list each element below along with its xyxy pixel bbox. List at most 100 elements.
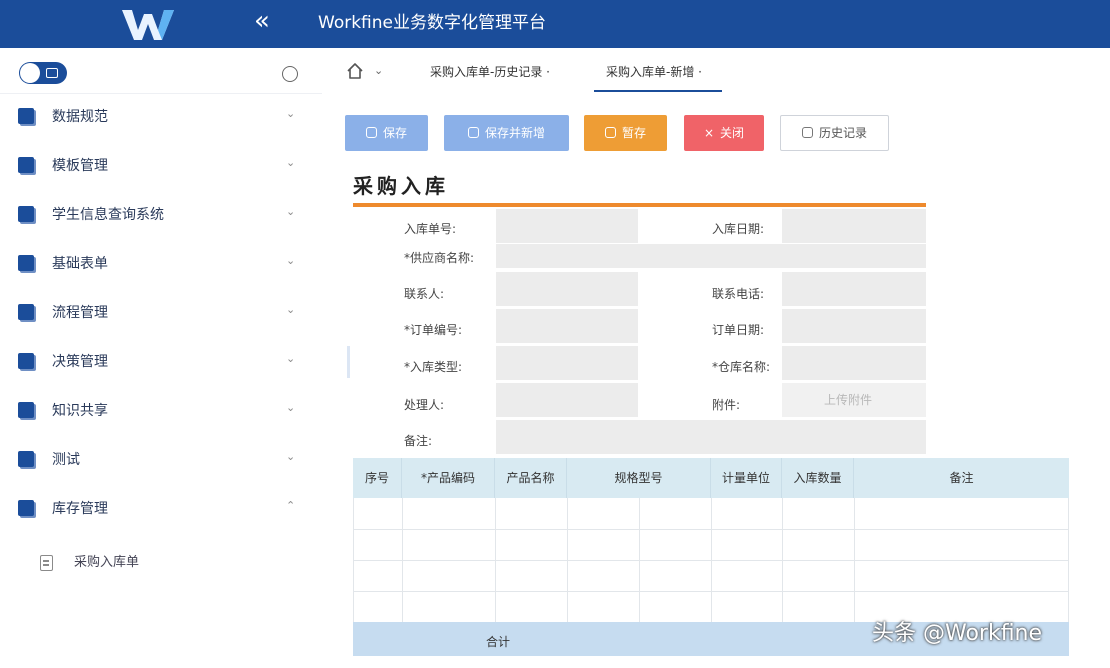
watermark: 头条 @Workfine xyxy=(872,621,1043,646)
inbound-date-field[interactable] xyxy=(782,209,926,243)
sidebar-item-label: 库存管理 xyxy=(52,501,108,517)
sidebar-item-test[interactable]: 测试 ⌄ xyxy=(0,441,322,481)
chevron-down-icon: ⌄ xyxy=(286,156,296,169)
chevron-down-icon: ⌄ xyxy=(286,401,296,414)
table-gridline xyxy=(639,498,640,622)
folder-icon xyxy=(18,451,34,467)
save-icon xyxy=(467,127,479,138)
history-button[interactable]: 历史记录 xyxy=(780,115,889,151)
menu-toggle-switch[interactable] xyxy=(19,62,67,84)
column-header: *产品编码 xyxy=(402,458,495,498)
save-button-label: 保存 xyxy=(382,126,407,140)
sidebar-item-inventory-management[interactable]: 库存管理 ⌃ xyxy=(0,490,322,530)
table-gridline xyxy=(711,498,712,622)
menu-list-icon xyxy=(46,68,58,78)
chevron-down-icon: ⌄ xyxy=(286,352,296,365)
sidebar-subitem-label: 采购入库单 xyxy=(74,555,140,570)
handler-label: 处理人: xyxy=(404,398,445,412)
column-header: 规格型号 xyxy=(567,458,711,498)
table-gridline xyxy=(495,498,496,622)
save-icon xyxy=(604,127,616,138)
inbound-no-field[interactable] xyxy=(496,209,638,243)
column-header: 产品名称 xyxy=(495,458,567,498)
tab-purchase-history[interactable]: 采购入库单-历史记录 · xyxy=(430,64,550,80)
sidebar-item-label: 测试 xyxy=(52,452,80,468)
handler-field[interactable] xyxy=(496,383,638,417)
warehouse-select[interactable] xyxy=(782,346,926,380)
sidebar-item-label: 基础表单 xyxy=(52,256,108,272)
home-icon[interactable] xyxy=(346,62,364,80)
hold-button[interactable]: 暂存 xyxy=(584,115,667,151)
order-date-label: 订单日期: xyxy=(712,323,765,337)
tab-bar: ⌄ 采购入库单-历史记录 · 采购入库单-新增 · xyxy=(322,48,1110,96)
order-no-label: *订单编号: xyxy=(404,323,463,337)
folder-icon xyxy=(18,108,34,124)
sidebar-item-label: 模板管理 xyxy=(52,158,108,174)
history-button-label: 历史记录 xyxy=(818,126,867,140)
column-header: 计量单位 xyxy=(711,458,782,498)
sidebar-item-basic-forms[interactable]: 基础表单 ⌄ xyxy=(0,245,322,285)
form-title-underline xyxy=(353,203,926,207)
sidebar-item-label: 流程管理 xyxy=(52,305,108,321)
chevron-down-icon: ⌄ xyxy=(286,254,296,267)
inbound-date-label: 入库日期: xyxy=(712,222,765,236)
sidebar-subitem-purchase-inbound[interactable]: 采购入库单 xyxy=(0,548,322,578)
order-date-field[interactable] xyxy=(782,309,926,343)
history-icon xyxy=(801,127,813,138)
total-label: 合计 xyxy=(486,635,511,649)
chevron-down-icon: ⌄ xyxy=(286,450,296,463)
collapse-sidebar-icon[interactable]: « xyxy=(254,6,270,36)
app-title: Workfine业务数字化管理平台 xyxy=(318,13,546,33)
table-gridline xyxy=(353,498,354,622)
inbound-type-label: *入库类型: xyxy=(404,360,463,374)
workfine-logo-icon[interactable] xyxy=(118,4,178,44)
sidebar: 数据规范 ⌄ 模板管理 ⌄ 学生信息查询系统 ⌄ 基础表单 ⌄ 流程管理 ⌄ 决… xyxy=(0,48,322,668)
tab-purchase-new[interactable]: 采购入库单-新增 · xyxy=(606,64,702,80)
sidebar-item-label: 知识共享 xyxy=(52,403,108,419)
supplier-field[interactable] xyxy=(496,244,926,268)
close-icon: × xyxy=(703,126,715,140)
sidebar-item-process-management[interactable]: 流程管理 ⌄ xyxy=(0,294,322,334)
save-button[interactable]: 保存 xyxy=(345,115,428,151)
folder-icon xyxy=(18,157,34,173)
chevron-down-icon: ⌄ xyxy=(286,205,296,218)
order-no-field[interactable] xyxy=(496,309,638,343)
top-header: « Workfine业务数字化管理平台 xyxy=(0,0,1110,48)
form-title: 采购入库 xyxy=(353,174,449,198)
hold-button-label: 暂存 xyxy=(621,126,646,140)
document-icon xyxy=(40,555,53,571)
contact-label: 联系人: xyxy=(404,287,445,301)
folder-icon xyxy=(18,255,34,271)
close-button-label: 关闭 xyxy=(720,126,745,140)
column-header: 序号 xyxy=(353,458,402,498)
sidebar-item-template-management[interactable]: 模板管理 ⌄ xyxy=(0,147,322,187)
close-button[interactable]: × 关闭 xyxy=(684,115,764,151)
remark-field[interactable] xyxy=(496,420,926,454)
warehouse-label: *仓库名称: xyxy=(712,360,771,374)
sidebar-item-label: 学生信息查询系统 xyxy=(52,207,164,223)
remark-label: 备注: xyxy=(404,434,433,448)
toggle-knob xyxy=(20,63,40,83)
save-and-new-button[interactable]: 保存并新增 xyxy=(444,115,569,151)
chevron-down-icon[interactable]: ⌄ xyxy=(374,63,383,79)
search-icon[interactable] xyxy=(282,66,298,82)
folder-icon xyxy=(18,402,34,418)
sidebar-item-label: 决策管理 xyxy=(52,354,108,370)
folder-icon xyxy=(18,500,34,516)
attachment-upload[interactable]: 上传附件 xyxy=(782,383,926,417)
active-tab-indicator xyxy=(594,90,722,92)
focus-indicator xyxy=(347,346,350,378)
phone-field[interactable] xyxy=(782,272,926,306)
sidebar-item-student-info[interactable]: 学生信息查询系统 ⌄ xyxy=(0,196,322,236)
table-gridline xyxy=(782,498,783,622)
contact-field[interactable] xyxy=(496,272,638,306)
column-header: 入库数量 xyxy=(782,458,854,498)
sidebar-item-knowledge-sharing[interactable]: 知识共享 ⌄ xyxy=(0,392,322,432)
sidebar-item-decision-management[interactable]: 决策管理 ⌄ xyxy=(0,343,322,383)
inbound-type-select[interactable] xyxy=(496,346,638,380)
sidebar-item-data-standards[interactable]: 数据规范 ⌄ xyxy=(0,98,322,138)
attachment-hint: 上传附件 xyxy=(824,393,873,407)
attachment-label: 附件: xyxy=(712,398,741,412)
chevron-down-icon: ⌄ xyxy=(286,107,296,120)
sidebar-top-bar xyxy=(0,48,322,94)
